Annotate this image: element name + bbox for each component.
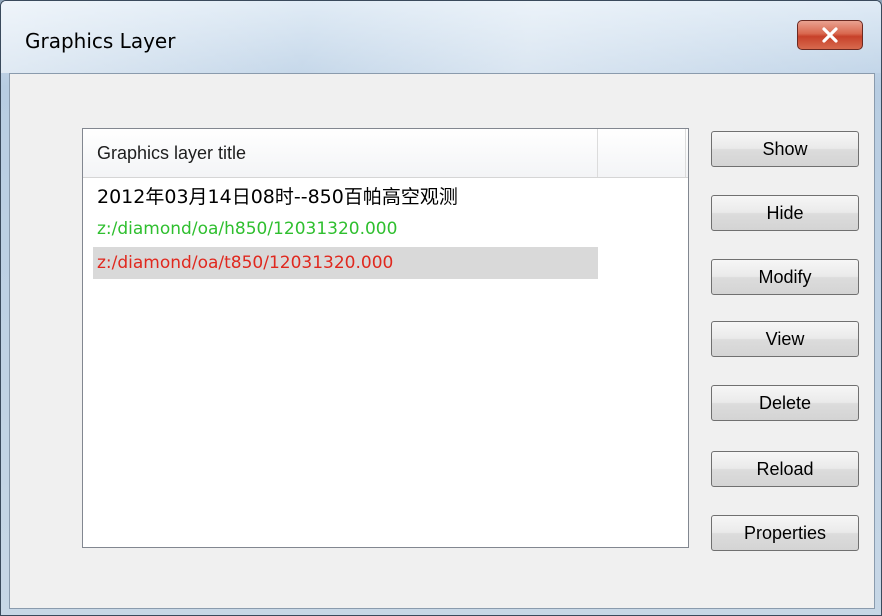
graphics-layer-list[interactable]: Graphics layer title 2012年03月14日08时--850… (82, 128, 689, 548)
close-icon (822, 27, 838, 43)
title-bar[interactable]: Graphics Layer (1, 1, 881, 73)
list-header: Graphics layer title (83, 129, 688, 178)
view-button[interactable]: View (711, 321, 859, 357)
hide-button[interactable]: Hide (711, 195, 859, 231)
column-header-extra[interactable] (598, 129, 686, 177)
reload-button[interactable]: Reload (711, 451, 859, 487)
close-button[interactable] (797, 20, 863, 50)
list-item[interactable]: 2012年03月14日08时--850百帕高空观测 (93, 181, 598, 213)
list-item-selected[interactable]: z:/diamond/oa/t850/12031320.000 (93, 247, 598, 279)
graphics-layer-dialog: Graphics Layer Graphics layer title 2012… (0, 0, 882, 616)
list-item[interactable]: z:/diamond/oa/h850/12031320.000 (93, 213, 598, 245)
show-button[interactable]: Show (711, 131, 859, 167)
modify-button[interactable]: Modify (711, 259, 859, 295)
delete-button[interactable]: Delete (711, 385, 859, 421)
dialog-client-area: Graphics layer title 2012年03月14日08时--850… (9, 73, 875, 609)
properties-button[interactable]: Properties (711, 515, 859, 551)
window-title: Graphics Layer (25, 29, 176, 53)
column-header-title[interactable]: Graphics layer title (83, 129, 598, 177)
